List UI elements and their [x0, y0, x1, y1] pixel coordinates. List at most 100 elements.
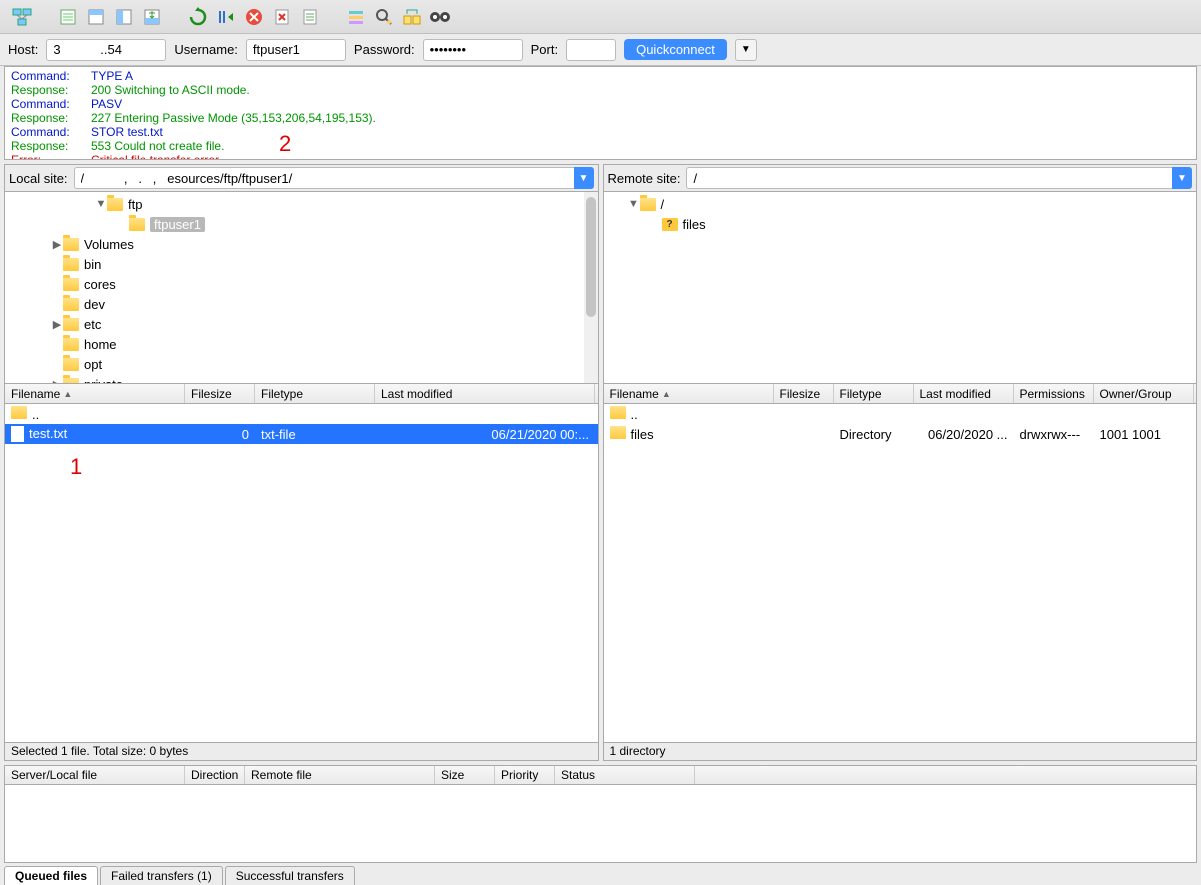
- log-line: Response:200 Switching to ASCII mode.: [11, 83, 1190, 97]
- queue-tab[interactable]: Queued files: [4, 866, 98, 885]
- sitemanager-icon[interactable]: [10, 5, 34, 29]
- queue-header: Server/Local fileDirectionRemote fileSiz…: [4, 765, 1197, 785]
- tree-item-label: Volumes: [84, 237, 134, 252]
- file-cell: 06/21/2020 00:...: [375, 427, 595, 442]
- tree-item[interactable]: ▼ftp: [9, 194, 594, 214]
- column-header[interactable]: Remote file: [245, 766, 435, 784]
- folder-icon: [63, 378, 79, 385]
- toggle-queue-icon[interactable]: [140, 5, 164, 29]
- column-header[interactable]: Size: [435, 766, 495, 784]
- tree-item-label: cores: [84, 277, 116, 292]
- toggle-log-icon[interactable]: [56, 5, 80, 29]
- port-label: Port:: [531, 42, 558, 57]
- folder-icon: [63, 338, 79, 351]
- column-header[interactable]: Filetype: [255, 384, 375, 403]
- file-row[interactable]: ..: [5, 404, 598, 424]
- remote-status: 1 directory: [603, 743, 1198, 761]
- disclosure-triangle-icon[interactable]: ▶: [51, 318, 63, 331]
- column-header[interactable]: Server/Local file: [5, 766, 185, 784]
- process-queue-icon[interactable]: [214, 5, 238, 29]
- tree-item[interactable]: ▼/: [608, 194, 1193, 214]
- column-header[interactable]: Filesize: [185, 384, 255, 403]
- tree-item-label: home: [84, 337, 117, 352]
- filter-icon[interactable]: [344, 5, 368, 29]
- tree-item[interactable]: cores: [9, 274, 594, 294]
- message-log[interactable]: Command:TYPE AResponse:200 Switching to …: [4, 66, 1197, 160]
- remote-pane: Remote site: ▼ ▼/?files Filename▲Filesiz…: [603, 164, 1198, 761]
- column-header[interactable]: Filename▲: [5, 384, 185, 403]
- file-cell: drwxrwx---: [1014, 427, 1094, 442]
- disconnect-icon[interactable]: [270, 5, 294, 29]
- log-line: Response:227 Entering Passive Mode (35,1…: [11, 111, 1190, 125]
- remote-path-dropdown[interactable]: ▼: [1172, 167, 1192, 189]
- quickconnect-button[interactable]: Quickconnect: [624, 39, 727, 60]
- remote-pathbar: Remote site: ▼: [603, 164, 1198, 192]
- tree-item[interactable]: bin: [9, 254, 594, 274]
- local-path-input[interactable]: [74, 167, 574, 189]
- tree-item[interactable]: dev: [9, 294, 594, 314]
- remote-tree[interactable]: ▼/?files: [603, 192, 1198, 384]
- file-row[interactable]: test.txt0txt-file06/21/2020 00:...: [5, 424, 598, 444]
- queue-body[interactable]: [4, 785, 1197, 863]
- file-row[interactable]: filesDirectory06/20/2020 ...drwxrwx---10…: [604, 424, 1197, 444]
- column-header[interactable]: Status: [555, 766, 695, 784]
- port-input[interactable]: [566, 39, 616, 61]
- tree-item-label: files: [683, 217, 706, 232]
- column-header[interactable]: Priority: [495, 766, 555, 784]
- tree-item-label: private: [84, 377, 123, 385]
- local-file-header: Filename▲FilesizeFiletypeLast modified: [4, 384, 599, 404]
- log-line: Error:Critical file transfer error: [11, 153, 1190, 160]
- quickconnect-history-dropdown[interactable]: ▼: [735, 39, 757, 61]
- column-header[interactable]: Filetype: [834, 384, 914, 403]
- column-header[interactable]: Permissions: [1014, 384, 1094, 403]
- tree-item[interactable]: ▶ Volumes: [9, 234, 594, 254]
- disclosure-triangle-icon[interactable]: ▼: [628, 198, 640, 210]
- log-line: Command:STOR test.txt: [11, 125, 1190, 139]
- disclosure-triangle-icon[interactable]: ▶: [51, 378, 63, 385]
- folder-icon: [610, 426, 626, 439]
- cancel-icon[interactable]: [242, 5, 266, 29]
- local-status: Selected 1 file. Total size: 0 bytes: [4, 743, 599, 761]
- tree-item[interactable]: ▶ private: [9, 374, 594, 384]
- local-pane: Local site: ▼ ▼ftpftpuser1▶Volumesbincor…: [4, 164, 599, 761]
- folder-icon: [610, 406, 626, 419]
- remote-path-input[interactable]: [686, 167, 1172, 189]
- column-header[interactable]: Filesize: [774, 384, 834, 403]
- remote-file-list[interactable]: ..filesDirectory06/20/2020 ...drwxrwx---…: [603, 404, 1198, 743]
- queue-tab[interactable]: Failed transfers (1): [100, 866, 223, 885]
- password-input[interactable]: [423, 39, 523, 61]
- tree-item[interactable]: home: [9, 334, 594, 354]
- column-header[interactable]: Direction: [185, 766, 245, 784]
- compare-icon[interactable]: [400, 5, 424, 29]
- disclosure-triangle-icon[interactable]: ▶: [51, 238, 63, 251]
- refresh-icon[interactable]: [186, 5, 210, 29]
- column-header[interactable]: Filename▲: [604, 384, 774, 403]
- tree-item[interactable]: ftpuser1: [9, 214, 594, 234]
- tree-item[interactable]: opt: [9, 354, 594, 374]
- disclosure-triangle-icon[interactable]: ▼: [95, 198, 107, 210]
- local-tree-scrollbar[interactable]: [584, 192, 598, 383]
- tree-item-label: ftpuser1: [150, 217, 205, 232]
- file-cell: Directory: [834, 427, 914, 442]
- tree-item[interactable]: ▶etc: [9, 314, 594, 334]
- host-input[interactable]: [46, 39, 166, 61]
- sync-browse-icon[interactable]: [428, 5, 452, 29]
- toggle-remotetree-icon[interactable]: [112, 5, 136, 29]
- tree-item[interactable]: ?files: [608, 214, 1193, 234]
- column-header[interactable]: Last modified: [914, 384, 1014, 403]
- column-header[interactable]: Last modified: [375, 384, 595, 403]
- folder-icon: [63, 278, 79, 291]
- local-tree[interactable]: ▼ftp ftpuser1 ▶ Volumes bin cores dev▶etc home o…: [4, 192, 599, 384]
- file-cell: 0: [185, 427, 255, 442]
- reconnect-icon[interactable]: [298, 5, 322, 29]
- password-label: Password:: [354, 42, 415, 57]
- toggle-localtree-icon[interactable]: [84, 5, 108, 29]
- local-path-dropdown[interactable]: ▼: [574, 167, 594, 189]
- file-row[interactable]: ..: [604, 404, 1197, 424]
- local-file-list[interactable]: ..test.txt0txt-file06/21/2020 00:...1: [4, 404, 599, 743]
- queue-tab[interactable]: Successful transfers: [225, 866, 355, 885]
- folder-icon: [63, 258, 79, 271]
- column-header[interactable]: Owner/Group: [1094, 384, 1194, 403]
- search-icon[interactable]: [372, 5, 396, 29]
- username-input[interactable]: [246, 39, 346, 61]
